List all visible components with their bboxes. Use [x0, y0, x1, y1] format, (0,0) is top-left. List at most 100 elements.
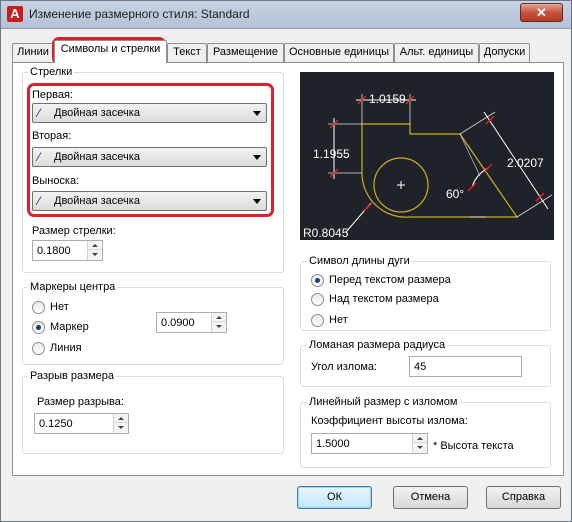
jog-factor-suffix: * Высота текста — [433, 440, 514, 452]
help-button[interactable]: Справка — [486, 486, 561, 509]
slash-tick-icon: ⁄ — [38, 194, 41, 208]
leader-arrow-value: Двойная засечка — [54, 195, 140, 207]
radio-arc-before[interactable] — [311, 274, 324, 287]
caret-down-icon — [118, 426, 124, 429]
spin-buttons — [113, 414, 128, 433]
tab-fit[interactable]: Размещение — [207, 43, 284, 62]
spin-buttons — [211, 313, 226, 332]
radio-none[interactable] — [32, 301, 45, 314]
caret-up-icon — [118, 417, 124, 420]
slash-tick-icon: ⁄ — [38, 150, 41, 164]
spin-buttons — [412, 434, 427, 453]
center-mark-none-label: Нет — [50, 301, 69, 313]
spin-down-button[interactable] — [88, 250, 102, 259]
jog-angle-input[interactable]: 45 — [409, 356, 522, 377]
preview-label-4: 60° — [446, 187, 464, 201]
arrow-size-stepper[interactable]: 0.1800 — [32, 240, 103, 261]
preview-label-5: R0.8045 — [303, 226, 349, 240]
arc-length-caption: Символ длины дуги — [307, 255, 412, 267]
tab-alternate-units[interactable]: Альт. единицы — [394, 43, 479, 62]
close-icon: ✕ — [536, 5, 547, 20]
tab-lines[interactable]: Линии — [12, 43, 54, 62]
caret-down-icon — [92, 253, 98, 256]
preview-label-1: 1.0159 — [369, 92, 406, 106]
radio-arc-none[interactable] — [311, 314, 324, 327]
close-button[interactable]: ✕ — [520, 3, 563, 22]
jog-factor-value: 1.5000 — [316, 438, 350, 450]
cancel-button[interactable]: Отмена — [393, 486, 468, 509]
tab-strip: Линии Символы и стрелки Текст Размещение… — [12, 40, 564, 63]
jog-factor-label: Коэффициент высоты излома: — [311, 415, 468, 427]
first-arrow-value: Двойная засечка — [54, 107, 140, 119]
break-size-stepper[interactable]: 0.1250 — [34, 413, 129, 434]
second-arrow-label: Вторая: — [32, 130, 72, 142]
title-bar: A Изменение размерного стиля: Standard ✕ — [1, 1, 571, 29]
break-size-value: 0.1250 — [39, 418, 73, 430]
dimension-preview: 1.0159 1.1955 2.0207 60° R0.8045 — [300, 72, 554, 240]
jog-angle-value: 45 — [414, 361, 427, 373]
dialog-window: A Изменение размерного стиля: Standard ✕… — [0, 0, 572, 522]
preview-drawing: 1.0159 1.1955 2.0207 60° R0.8045 — [303, 92, 553, 240]
jog-angle-label: Угол излома: — [311, 361, 378, 373]
center-mark-line-label: Линия — [50, 342, 82, 354]
center-mark-none-option[interactable]: Нет — [32, 300, 152, 316]
spin-down-button[interactable] — [212, 322, 226, 331]
caret-up-icon — [92, 244, 98, 247]
leader-arrow-select[interactable]: ⁄ Двойная засечка — [32, 191, 267, 211]
first-arrow-select[interactable]: ⁄ Двойная засечка — [32, 103, 267, 123]
chevron-down-icon — [253, 199, 261, 204]
tab-primary-units[interactable]: Основные единицы — [284, 43, 394, 62]
jog-factor-stepper[interactable]: 1.5000 — [311, 433, 428, 454]
second-arrow-value: Двойная засечка — [54, 151, 140, 163]
radio-mark[interactable] — [32, 321, 45, 334]
tab-text[interactable]: Текст — [167, 43, 207, 62]
ok-button[interactable]: ОК — [297, 486, 372, 509]
arc-none-option[interactable]: Нет — [311, 313, 511, 329]
slash-tick-icon: ⁄ — [38, 106, 41, 120]
spin-up-button[interactable] — [88, 241, 102, 250]
preview-part-outline — [361, 123, 519, 218]
center-marks-caption: Маркеры центра — [28, 281, 118, 293]
radio-line[interactable] — [32, 342, 45, 355]
tab-panel-symbols-arrows: Стрелки Первая: ⁄ Двойная засечка Вторая… — [12, 62, 564, 476]
first-arrow-label: Первая: — [32, 89, 73, 101]
spin-up-button[interactable] — [212, 313, 226, 322]
arc-above-label: Над текстом размера — [329, 293, 439, 305]
spin-buttons — [87, 241, 102, 260]
leader-arrow-label: Выноска: — [32, 175, 80, 187]
radius-jog-caption: Ломаная размера радиуса — [307, 339, 448, 351]
spin-up-button[interactable] — [114, 414, 128, 423]
spin-down-button[interactable] — [413, 443, 427, 452]
center-mark-mark-label: Маркер — [50, 321, 89, 333]
preview-label-3: 2.0207 — [507, 156, 544, 170]
tab-tolerances[interactable]: Допуски — [479, 43, 530, 62]
caret-up-icon — [417, 437, 423, 440]
linear-jog-caption: Линейный размер с изломом — [307, 396, 460, 408]
arrow-size-label: Размер стрелки: — [32, 225, 116, 237]
chevron-down-icon — [253, 155, 261, 160]
center-mark-size-value: 0.0900 — [161, 317, 195, 329]
tab-symbols-arrows[interactable]: Символы и стрелки — [54, 40, 167, 63]
arrowheads-caption: Стрелки — [28, 66, 75, 78]
center-mark-mark-option[interactable]: Маркер — [32, 320, 152, 336]
arrow-size-value: 0.1800 — [37, 245, 71, 257]
window-title: Изменение размерного стиля: Standard — [29, 7, 250, 21]
center-mark-size-stepper[interactable]: 0.0900 — [156, 312, 227, 333]
arc-before-label: Перед текстом размера — [329, 274, 451, 286]
spin-down-button[interactable] — [114, 423, 128, 432]
center-mark-line-option[interactable]: Линия — [32, 341, 152, 357]
caret-down-icon — [417, 446, 423, 449]
dim-break-caption: Разрыв размера — [28, 370, 117, 382]
preview-label-2: 1.1955 — [313, 147, 350, 161]
break-size-label: Размер разрыва: — [37, 396, 124, 408]
caret-up-icon — [216, 316, 222, 319]
caret-down-icon — [216, 325, 222, 328]
radio-arc-above[interactable] — [311, 293, 324, 306]
spin-up-button[interactable] — [413, 434, 427, 443]
chevron-down-icon — [253, 111, 261, 116]
arc-above-option[interactable]: Над текстом размера — [311, 292, 511, 308]
arc-before-option[interactable]: Перед текстом размера — [311, 273, 511, 289]
autocad-app-icon: A — [7, 6, 23, 22]
second-arrow-select[interactable]: ⁄ Двойная засечка — [32, 147, 267, 167]
arc-none-label: Нет — [329, 314, 348, 326]
